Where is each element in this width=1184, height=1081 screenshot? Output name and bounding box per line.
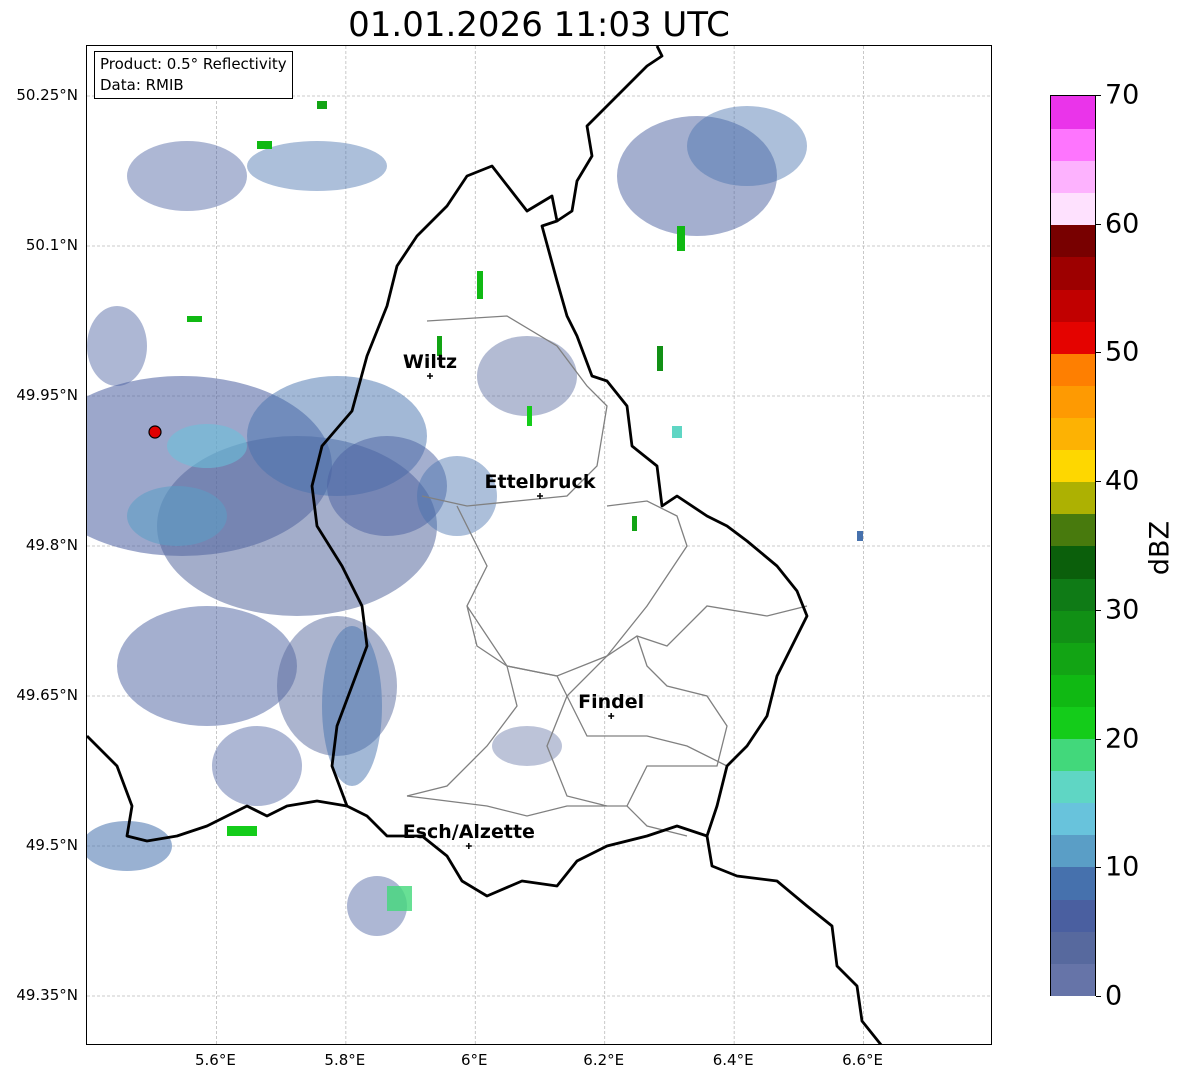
colorbar-segment [1051,384,1095,418]
colorbar-segment [1051,417,1095,451]
lat-tick-label: 49.8°N [25,536,78,554]
colorbar-segment [1051,834,1095,868]
colorbar-segment [1051,513,1095,547]
colorbar-segment [1051,770,1095,804]
colorbar-segment [1051,641,1095,675]
lat-tick-label: 49.65°N [16,686,78,704]
colorbar-segment [1051,962,1095,996]
colorbar-segment [1051,545,1095,579]
colorbar-segment [1051,481,1095,515]
colorbar [1050,95,1096,996]
colorbar-segment [1051,160,1095,194]
colorbar-segment [1051,449,1095,483]
colorbar-tick-label: 60 [1105,208,1140,240]
colorbar-segment [1051,128,1095,162]
colorbar-tick-label: 40 [1105,465,1140,497]
lon-tick-label: 6.4°E [712,1051,754,1069]
colorbar-tick-label: 50 [1105,336,1140,368]
colorbar-tick [1096,95,1101,96]
city-label: Findel [578,691,644,713]
colorbar-segment [1051,673,1095,707]
colorbar-tick [1096,738,1101,740]
colorbar-segment [1051,224,1095,258]
city-ettelbruck: Ettelbruck [485,471,596,499]
lon-tick-label: 6.6°E [842,1051,883,1069]
lon-tick-label: 6°E [461,1051,488,1069]
city-markers: Wiltz Ettelbruck Findel Esch/Alzette [403,351,644,849]
lat-tick-label: 49.5°N [25,836,78,854]
colorbar-segment [1051,706,1095,740]
colorbar-tick-label: 70 [1105,79,1140,111]
map-canvas: Wiltz Ettelbruck Findel Esch/Alzette [87,46,991,1044]
colorbar-tick [1096,223,1101,225]
lon-tick-label: 6.2°E [583,1051,625,1069]
colorbar-segment [1051,802,1095,836]
colorbar-tick-label: 20 [1105,723,1140,755]
colorbar-segment [1051,96,1095,129]
colorbar-tick-label: 30 [1105,594,1140,626]
product-info-box: Product: 0.5° Reflectivity Data: RMIB [94,51,293,99]
data-source-label: Data: RMIB [100,76,184,94]
colorbar-segment [1051,352,1095,386]
colorbar-tick [1096,867,1101,869]
lat-tick-label: 50.25°N [16,86,78,104]
lat-tick-label: 49.35°N [16,986,78,1004]
colorbar-segment [1051,192,1095,226]
colorbar-segment [1051,738,1095,772]
city-label: Ettelbruck [485,471,596,493]
colorbar-segment [1051,320,1095,354]
colorbar-unit-label: dBZ [1144,520,1176,576]
colorbar-tick [1096,481,1101,483]
colorbar-segment [1051,577,1095,611]
radar-map[interactable]: Wiltz Ettelbruck Findel Esch/Alzette [86,45,992,1045]
colorbar-tick [1096,352,1101,354]
lon-tick-label: 5.8°E [324,1051,366,1069]
colorbar-segment [1051,930,1095,964]
colorbar-tick [1096,996,1101,997]
city-label: Wiltz [403,351,457,373]
chart-title: 01.01.2026 11:03 UTC [348,5,730,45]
colorbar-segment [1051,609,1095,643]
city-wiltz: Wiltz [403,351,457,379]
city-esch-alzette: Esch/Alzette [403,821,535,849]
colorbar-segment [1051,866,1095,900]
colorbar-tick [1096,609,1101,611]
colorbar-tick-label: 0 [1105,980,1123,1012]
colorbar-segment [1051,256,1095,290]
product-label: Product: 0.5° Reflectivity [100,55,287,73]
lat-tick-label: 49.95°N [16,386,78,404]
city-findel: Findel [578,691,644,719]
lat-tick-label: 50.1°N [25,236,78,254]
radar-site-marker [148,425,162,439]
colorbar-segment [1051,288,1095,322]
colorbar-tick-label: 10 [1105,851,1140,883]
colorbar-segment [1051,898,1095,932]
city-label: Esch/Alzette [403,821,535,843]
lon-tick-label: 5.6°E [195,1051,236,1069]
